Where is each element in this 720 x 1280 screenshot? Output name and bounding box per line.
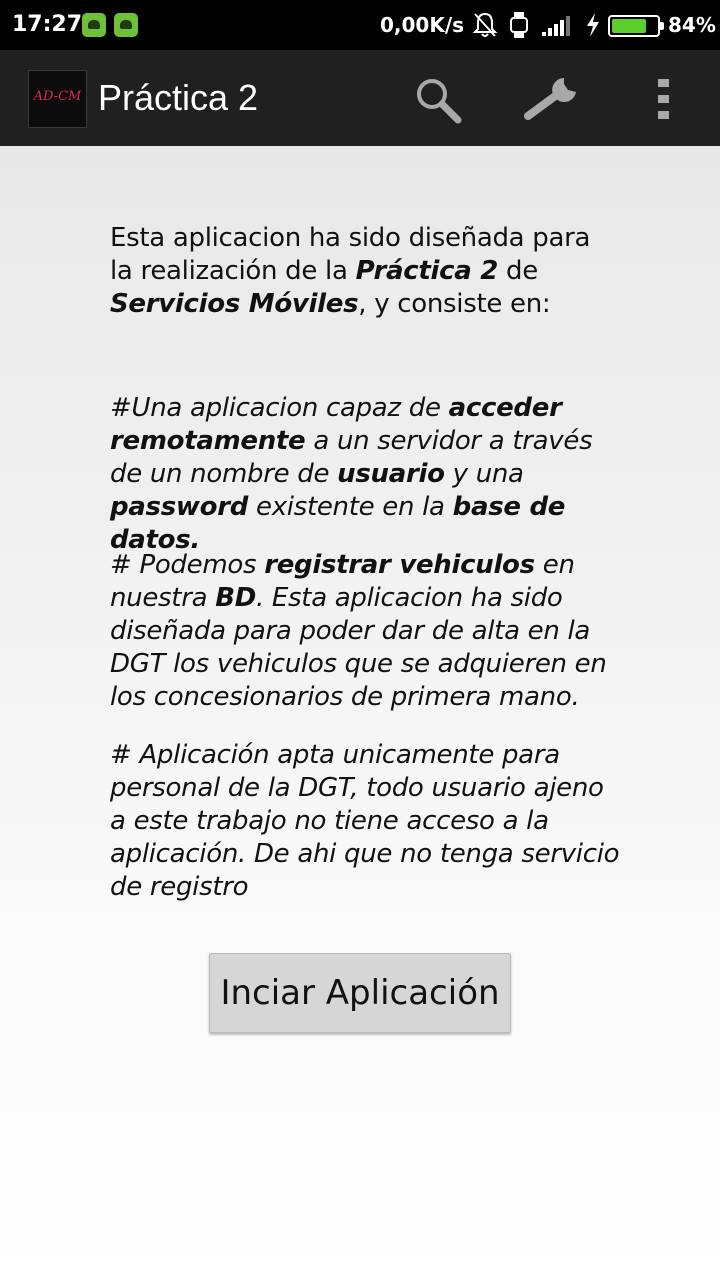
battery-percent: 84% [668,13,716,37]
app-title: Práctica 2 [98,77,259,118]
main-content: Esta aplicacion ha sido diseñada para la… [0,146,720,1280]
action-bar: AD-CM Práctica 2 [0,50,720,146]
watch-icon [510,12,528,38]
android-notification-icon [114,13,138,37]
muted-bell-icon [472,12,498,37]
start-app-button[interactable]: Inciar Aplicación [209,953,511,1033]
charging-icon [587,13,599,37]
network-speed: 0,00K/s [380,13,465,37]
feature-paragraph-vehicles: # Podemos registrar vehiculos en nuestra… [110,550,607,712]
search-icon[interactable] [412,74,464,126]
wrench-icon[interactable] [520,74,582,124]
battery-fill [612,19,646,33]
status-time: 17:27 [12,12,83,37]
app-logo-text: AD-CM [33,89,82,104]
overflow-menu-icon[interactable] [654,78,674,120]
battery-icon [608,15,664,37]
feature-paragraph-restriction: # Aplicación apta unicamente para person… [110,740,620,902]
feature-paragraph-login: #Una aplicacion capaz de acceder remotam… [110,393,593,555]
status-bar: 17:27 0,00K/s 84% [0,0,720,50]
intro-paragraph: Esta aplicacion ha sido diseñada para la… [110,223,591,319]
signal-icon [542,16,570,36]
app-logo[interactable]: AD-CM [28,70,87,128]
android-notification-icon [82,13,106,37]
